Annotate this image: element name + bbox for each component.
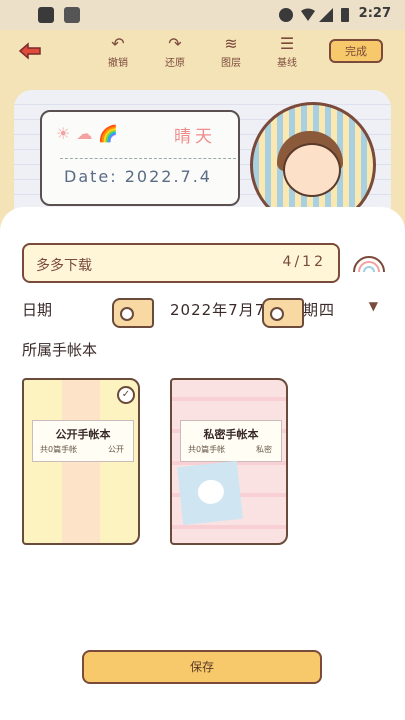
divider <box>60 158 236 159</box>
sticker-date: Date: 2022.7.4 <box>64 167 212 186</box>
date-value: 2022年7月7日 星期四 <box>170 301 336 319</box>
weather-text: 晴天 <box>174 127 216 147</box>
notebook-section-title: 所属手帐本 <box>22 341 98 359</box>
redo-icon: ↷ <box>168 34 182 53</box>
weather-icons: ☀☁🌈 <box>56 124 125 143</box>
notebook-visibility: 私密 <box>256 445 272 454</box>
bunny-sticker <box>177 461 243 525</box>
notebook-title: 私密手帐本 <box>203 428 259 441</box>
book-clasp <box>262 298 304 328</box>
text-notification-icon <box>64 7 80 23</box>
redo-button[interactable]: ↷ 还原 <box>152 34 198 69</box>
layers-icon: ≋ <box>224 34 238 53</box>
battery-icon <box>341 8 349 22</box>
notebook-visibility: 公开 <box>108 445 124 454</box>
notebook-count: 共0篇手帐 <box>40 445 78 454</box>
guide-button[interactable]: ☰ 基线 <box>264 34 310 69</box>
date-row[interactable]: 日期 2022年7月7日 星期四 ▼ <box>22 299 384 321</box>
redo-label: 还原 <box>165 58 185 69</box>
status-bar: 2:27 <box>0 0 405 30</box>
top-toolbar: ↶ 撤销 ↷ 还原 ≋ 图层 ☰ 基线 完成 <box>0 30 405 74</box>
weather-sticker[interactable]: ☀☁🌈 晴天 Date: 2022.7.4 <box>40 110 240 206</box>
date-label: 日期 <box>22 301 53 319</box>
rainbow-icon[interactable] <box>350 250 388 274</box>
back-arrow-icon[interactable] <box>18 42 42 60</box>
char-count: 4/12 <box>282 254 326 270</box>
dnd-icon <box>279 8 293 22</box>
app-notification-icon <box>38 7 54 23</box>
author-field[interactable]: 多多下载 4/12 <box>22 243 340 283</box>
face-shape <box>283 143 341 197</box>
notebook-count: 共0篇手帐 <box>188 445 226 454</box>
save-sheet: 多多下载 4/12 日期 2022年7月7日 星期四 ▼ 所属手帐本 公开手帐本… <box>0 207 405 720</box>
layer-label: 图层 <box>221 58 241 69</box>
selected-check-icon: ✓ <box>117 386 135 404</box>
done-button[interactable]: 完成 <box>329 39 383 63</box>
signal-icon <box>319 8 333 22</box>
notebook-card-private[interactable]: 私密手帐本 共0篇手帐 私密 <box>170 378 288 545</box>
wifi-icon <box>301 8 315 22</box>
clock: 2:27 <box>358 6 391 21</box>
undo-label: 撤销 <box>108 58 128 69</box>
notebook-title: 公开手帐本 <box>55 428 111 441</box>
book-clasp <box>112 298 154 328</box>
author-name: 多多下载 <box>36 258 92 274</box>
save-button[interactable]: 保存 <box>82 650 322 684</box>
undo-button[interactable]: ↶ 撤销 <box>95 34 141 69</box>
grid-lines-icon: ☰ <box>279 34 295 53</box>
chevron-down-icon[interactable]: ▼ <box>369 299 378 313</box>
layer-button[interactable]: ≋ 图层 <box>208 34 254 69</box>
guide-label: 基线 <box>277 58 297 69</box>
undo-icon: ↶ <box>111 34 125 53</box>
